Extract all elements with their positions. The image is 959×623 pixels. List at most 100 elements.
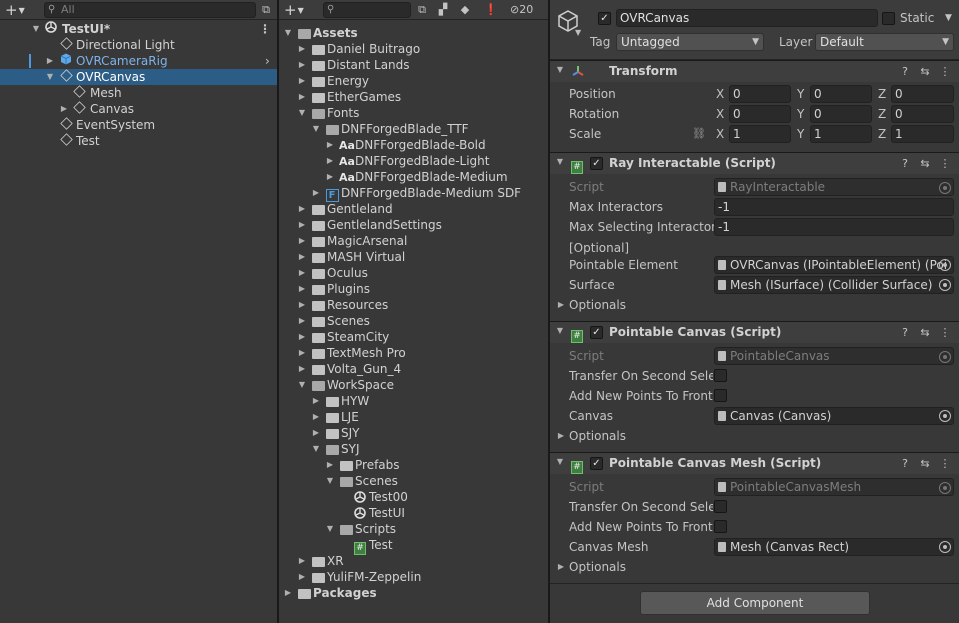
project-item[interactable]: ▼ Scenes	[279, 473, 548, 489]
foldout-arrow-icon[interactable]: ▼	[555, 157, 565, 166]
icon-dropdown-arrow-icon[interactable]: ▼	[575, 28, 581, 37]
position-x-field[interactable]: 0	[729, 85, 791, 103]
project-item[interactable]: ▶ XR	[279, 553, 548, 569]
filter-by-type-icon[interactable]: ◆	[457, 2, 473, 18]
max-interactors-field[interactable]: -1	[714, 198, 954, 216]
collapse-arrow-icon[interactable]: ▶	[297, 345, 307, 361]
more-options-icon[interactable]: ⋮	[939, 157, 951, 171]
object-picker-icon[interactable]	[939, 259, 951, 271]
collapse-arrow-icon[interactable]: ▶	[297, 313, 307, 329]
project-root-packages[interactable]: ▶ Packages	[279, 585, 548, 601]
project-item[interactable]: ▶ Aa DNFForgedBlade-Medium	[279, 169, 548, 185]
filter-by-label-icon[interactable]: ▞	[435, 2, 451, 18]
chevron-right-icon[interactable]: ›	[265, 53, 270, 69]
pointable-canvas-mesh-header[interactable]: ▼ # ✓ Pointable Canvas Mesh (Script) ? ⇆…	[550, 452, 959, 474]
project-item[interactable]: TestUI	[279, 505, 548, 521]
rotation-y-field[interactable]: 0	[810, 105, 872, 123]
project-item[interactable]: ▶ SteamCity	[279, 329, 548, 345]
more-options-icon[interactable]: ⋮	[939, 457, 951, 471]
foldout-arrow-icon[interactable]: ▼	[555, 65, 565, 74]
project-item[interactable]: ▼ Scripts	[279, 521, 548, 537]
collapse-arrow-icon[interactable]: ▶	[297, 329, 307, 345]
more-options-icon[interactable]: ⋮	[259, 22, 271, 36]
project-item[interactable]: ▼ Fonts	[279, 105, 548, 121]
rotation-x-field[interactable]: 0	[729, 105, 791, 123]
hierarchy-item[interactable]: EventSystem	[0, 117, 277, 133]
foldout-arrow-icon[interactable]: ▶	[556, 562, 566, 571]
project-item[interactable]: ▼ DNFForgedBlade_TTF	[279, 121, 548, 137]
canvas-field[interactable]: Canvas (Canvas)	[714, 407, 954, 425]
project-item[interactable]: ▶ Distant Lands	[279, 57, 548, 73]
rotation-z-field[interactable]: 0	[891, 105, 954, 123]
project-item[interactable]: ▶ Volta_Gun_4	[279, 361, 548, 377]
scene-row[interactable]: ▼ TestUI* ⋮	[0, 21, 277, 37]
scale-y-field[interactable]: 1	[810, 125, 872, 143]
hierarchy-item[interactable]: Test	[0, 133, 277, 149]
collapse-arrow-icon[interactable]: ▶	[325, 457, 335, 473]
collapse-arrow-icon[interactable]: ▶	[297, 361, 307, 377]
expand-arrow-icon[interactable]: ▼	[297, 105, 307, 121]
presets-icon[interactable]: ⇆	[919, 457, 931, 471]
create-asset-button[interactable]: +▼	[281, 1, 309, 19]
collapse-arrow-icon[interactable]: ▶	[297, 265, 307, 281]
project-item[interactable]: ▼ SYJ	[279, 441, 548, 457]
project-item[interactable]: ▶ Energy	[279, 73, 548, 89]
collapse-arrow-icon[interactable]: ▶	[59, 101, 69, 117]
project-item[interactable]: ▶ Scenes	[279, 313, 548, 329]
search-by-type-icon[interactable]: ⧉	[414, 2, 430, 18]
project-item[interactable]: # Test	[279, 537, 548, 555]
hierarchy-item-selected[interactable]: ▼ OVRCanvas	[0, 69, 277, 85]
project-item[interactable]: ▶ MagicArsenal	[279, 233, 548, 249]
collapse-arrow-icon[interactable]: ▶	[297, 281, 307, 297]
max-selecting-interactors-field[interactable]: -1	[714, 218, 954, 236]
canvas-mesh-field[interactable]: Mesh (Canvas Rect)	[714, 538, 954, 556]
collapse-arrow-icon[interactable]: ▶	[311, 393, 321, 409]
expand-arrow-icon[interactable]: ▼	[311, 441, 321, 457]
more-options-icon[interactable]: ⋮	[939, 326, 951, 340]
collapse-arrow-icon[interactable]: ▶	[297, 217, 307, 233]
object-name-input[interactable]: OVRCanvas	[616, 9, 878, 27]
collapse-arrow-icon[interactable]: ▶	[325, 137, 335, 153]
project-item[interactable]: ▶ Aa DNFForgedBlade-Bold	[279, 137, 548, 153]
layer-dropdown[interactable]: Default ▼	[815, 33, 954, 51]
presets-icon[interactable]: ⇆	[919, 326, 931, 340]
expand-arrow-icon[interactable]: ▼	[283, 25, 293, 41]
transfer-on-second-selection-checkbox[interactable]	[714, 500, 727, 513]
collapse-arrow-icon[interactable]: ▶	[311, 425, 321, 441]
hierarchy-item[interactable]: ▶ Canvas	[0, 101, 277, 117]
pointable-element-field[interactable]: OVRCanvas (IPointableElement) (Poi	[714, 256, 954, 274]
hierarchy-item[interactable]: ▶ OVRCameraRig ›	[0, 53, 277, 69]
optionals-foldout[interactable]: Optionals	[569, 560, 626, 574]
more-options-icon[interactable]: ⋮	[939, 65, 951, 79]
collapse-arrow-icon[interactable]: ▶	[297, 249, 307, 265]
project-item[interactable]: Test00	[279, 489, 548, 505]
position-y-field[interactable]: 0	[810, 85, 872, 103]
collapse-arrow-icon[interactable]: ▶	[311, 409, 321, 425]
collapse-arrow-icon[interactable]: ▶	[283, 585, 293, 601]
foldout-arrow-icon[interactable]: ▼	[555, 457, 565, 466]
collapse-arrow-icon[interactable]: ▶	[297, 569, 307, 585]
help-icon[interactable]: ?	[899, 457, 911, 471]
help-icon[interactable]: ?	[899, 65, 911, 79]
hidden-packages-toggle[interactable]: ⊘20	[510, 3, 533, 16]
add-new-points-checkbox[interactable]	[714, 520, 727, 533]
project-item[interactable]: ▶ MASH Virtual	[279, 249, 548, 265]
component-enabled-checkbox[interactable]: ✓	[590, 326, 603, 339]
project-item[interactable]: ▶ SJY	[279, 425, 548, 441]
expand-arrow-icon[interactable]: ▼	[31, 21, 41, 37]
expand-arrow-icon[interactable]: ▼	[45, 69, 55, 85]
collapse-arrow-icon[interactable]: ▶	[297, 89, 307, 105]
ray-interactable-header[interactable]: ▼ # ✓ Ray Interactable (Script) ? ⇆ ⋮	[550, 152, 959, 174]
add-component-button[interactable]: Add Component	[640, 591, 870, 615]
scale-x-field[interactable]: 1	[729, 125, 791, 143]
project-item[interactable]: ▶ GentlelandSettings	[279, 217, 548, 233]
expand-arrow-icon[interactable]: ▼	[325, 521, 335, 537]
pointable-canvas-header[interactable]: ▼ # ✓ Pointable Canvas (Script) ? ⇆ ⋮	[550, 321, 959, 343]
collapse-arrow-icon[interactable]: ▶	[325, 169, 335, 185]
optionals-foldout[interactable]: Optionals	[569, 298, 626, 312]
hierarchy-item[interactable]: Directional Light	[0, 37, 277, 53]
transform-header[interactable]: ▼ Transform ? ⇆ ⋮	[550, 60, 959, 82]
project-item[interactable]: ▶ YuliFM-Zeppelin	[279, 569, 548, 585]
project-item[interactable]: ▶ F DNFForgedBlade-Medium SDF	[279, 185, 548, 202]
project-root-assets[interactable]: ▼ Assets	[279, 25, 548, 41]
